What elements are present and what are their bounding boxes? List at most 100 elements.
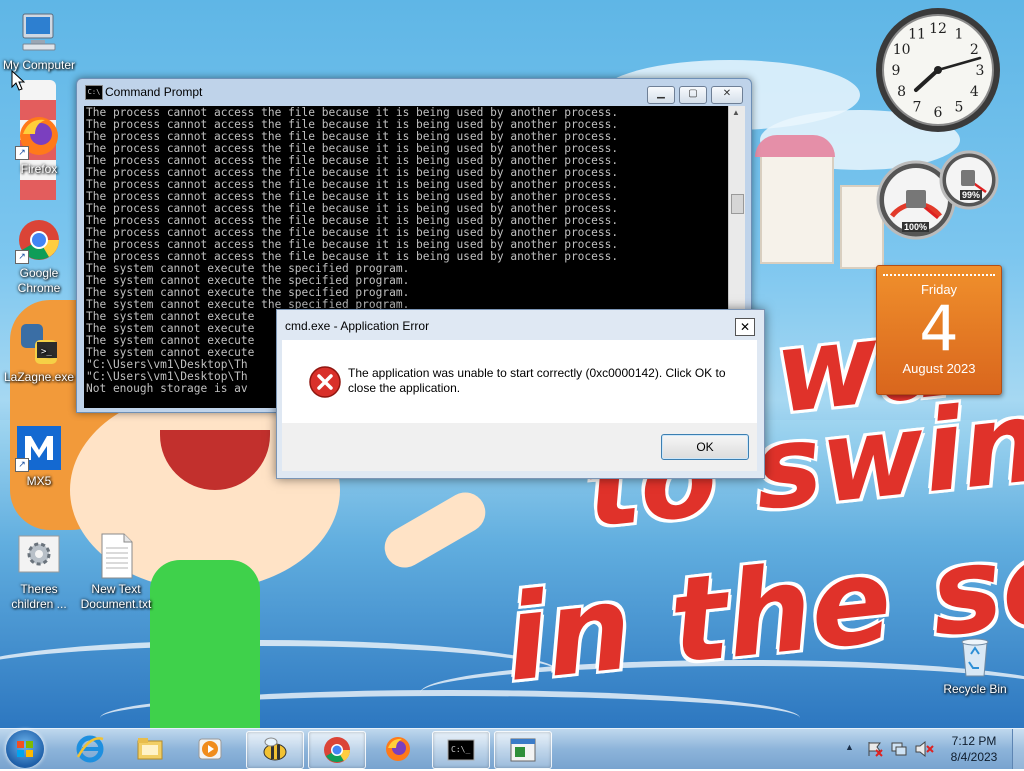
taskbar-internet-explorer[interactable] (62, 731, 118, 767)
dialog-message-area: The application was unable to start corr… (282, 340, 757, 423)
desktop-icon-my-computer[interactable]: My Computer (1, 8, 77, 73)
calendar-month-year: August 2023 (902, 361, 976, 376)
calendar-rings (883, 266, 995, 276)
wallpaper-swimsuit (150, 560, 260, 728)
folder-icon (137, 738, 163, 760)
clock-numeral: 2 (970, 42, 979, 58)
clock-numeral: 7 (913, 99, 922, 115)
maximize-icon: ▢ (688, 88, 698, 99)
show-hidden-icons-button[interactable]: ▲ (845, 742, 854, 752)
taskbar-clock[interactable]: 7:12 PM 8/4/2023 (944, 733, 1004, 765)
windows-logo-icon (17, 741, 33, 757)
application-error-dialog[interactable]: cmd.exe - Application Error ✕ The applic… (276, 309, 765, 479)
dialog-title: cmd.exe - Application Error (285, 319, 430, 333)
settings-file-icon (15, 532, 63, 580)
shortcut-arrow-icon: ↗ (15, 146, 29, 160)
clock-numeral: 12 (929, 21, 947, 37)
taskbar-command-prompt[interactable]: C:\_ (432, 731, 490, 769)
scroll-up-icon[interactable]: ▲ (732, 108, 740, 117)
clock-numeral: 11 (908, 27, 926, 43)
dialog-close-button[interactable]: ✕ (735, 318, 755, 336)
clock-numeral: 8 (897, 84, 906, 100)
maximize-button[interactable]: ▢ (679, 86, 707, 104)
bee-app-icon (263, 737, 287, 761)
start-button[interactable] (6, 730, 44, 768)
computer-icon (15, 8, 63, 56)
taskbar-firefox[interactable] (370, 731, 426, 767)
wallpaper-building (760, 150, 834, 264)
clock-numeral: 10 (893, 42, 911, 58)
internet-explorer-icon (76, 735, 104, 763)
scrollbar-thumb[interactable] (731, 194, 744, 214)
desktop-icon-label: New Text Document.txt (80, 582, 152, 611)
desktop-icon-recycle-bin[interactable]: Recycle Bin (937, 632, 1013, 697)
desktop-icon-google-chrome[interactable]: ↗ Google Chrome (1, 216, 77, 296)
close-icon: ✕ (739, 320, 751, 334)
taskbar-date: 8/4/2023 (950, 750, 998, 764)
desktop-icon-theres-children[interactable]: Theres children ... (1, 532, 77, 612)
show-desktop-button[interactable] (1012, 729, 1024, 769)
text-document-icon (92, 532, 140, 580)
desktop-icon-lazagne[interactable]: >_ LaZagne.exe (1, 320, 77, 385)
desktop-icon-label: Google Chrome (17, 266, 61, 295)
chrome-icon (324, 737, 351, 763)
dialog-body: The application was unable to start corr… (282, 340, 757, 471)
taskbar-media-player[interactable] (182, 731, 238, 767)
application-window-icon (510, 738, 536, 762)
cpu-usage-label: 100% (902, 222, 930, 232)
recycle-bin-icon (951, 632, 999, 680)
python-executable-icon: >_ (15, 320, 63, 368)
mouse-pointer-icon (11, 70, 25, 91)
taskbar-app-window[interactable] (494, 731, 552, 769)
clock-numeral: 5 (955, 99, 964, 115)
minimize-button[interactable]: ▁ (647, 86, 675, 104)
desktop-icon-label: Firefox (20, 162, 58, 176)
clock-numeral: 3 (976, 63, 985, 79)
calendar-gadget[interactable]: Friday 4 August 2023 (876, 265, 1002, 395)
desktop-icon-firefox[interactable]: ↗ Firefox (1, 112, 77, 177)
action-center-flag-icon[interactable] (866, 740, 884, 758)
taskbar: C:\_ ▲ 7:12 PM 8/4/2023 (0, 728, 1024, 769)
taskbar-file-explorer[interactable] (122, 731, 178, 767)
firefox-icon: ↗ (15, 112, 63, 160)
dialog-titlebar[interactable]: cmd.exe - Application Error (277, 310, 764, 340)
ok-button[interactable]: OK (661, 434, 749, 460)
close-icon: ✕ (722, 88, 732, 99)
command-prompt-title: Command Prompt (105, 85, 203, 99)
desktop-icon-label: Recycle Bin (943, 682, 1007, 696)
clock-face: 12 12 3 45678 9 1011 (876, 8, 1000, 132)
network-icon[interactable] (890, 740, 908, 758)
clock-numeral: 4 (970, 84, 979, 100)
wallpaper-roof (755, 135, 835, 157)
shortcut-arrow-icon: ↗ (15, 458, 29, 472)
clock-numeral: 6 (934, 105, 943, 121)
desktop-icon-mx5[interactable]: ↗ MX5 (1, 424, 77, 489)
cmd-app-icon: C:\ (85, 85, 103, 100)
taskbar-time: 7:12 PM (951, 734, 997, 748)
desktop-icon-new-text-document[interactable]: New Text Document.txt (78, 532, 154, 612)
calendar-day: 4 (919, 292, 959, 365)
error-icon (309, 366, 341, 398)
cpu-meter-gadget[interactable]: 100% 99% (874, 150, 1000, 242)
volume-muted-icon[interactable] (914, 740, 934, 758)
taskbar-google-chrome[interactable] (308, 731, 366, 769)
media-player-icon (198, 738, 222, 760)
memory-usage-label: 99% (960, 190, 983, 200)
close-button[interactable]: ✕ (711, 86, 743, 104)
taskbar-app-bee[interactable] (246, 731, 304, 769)
shortcut-arrow-icon: ↗ (15, 250, 29, 264)
desktop-icon-label: MX5 (26, 474, 52, 488)
chrome-icon: ↗ (15, 216, 63, 264)
svg-text:C:\_: C:\_ (451, 745, 470, 754)
clock-numeral: 9 (892, 63, 901, 79)
firefox-icon (386, 737, 410, 761)
desktop-icon-label: LaZagne.exe (3, 370, 75, 384)
mx5-icon: ↗ (15, 424, 63, 472)
command-prompt-icon: C:\_ (447, 739, 475, 761)
desktop-icon-label: Theres children ... (11, 582, 67, 611)
error-message: The application was unable to start corr… (348, 366, 726, 395)
clock-numeral: 1 (955, 27, 964, 43)
clock-gadget[interactable]: 12 1 2 3 4 5 6 7 8 9 10 11 (874, 6, 1002, 134)
svg-text:>_: >_ (41, 347, 52, 357)
minimize-icon: ▁ (657, 88, 665, 99)
